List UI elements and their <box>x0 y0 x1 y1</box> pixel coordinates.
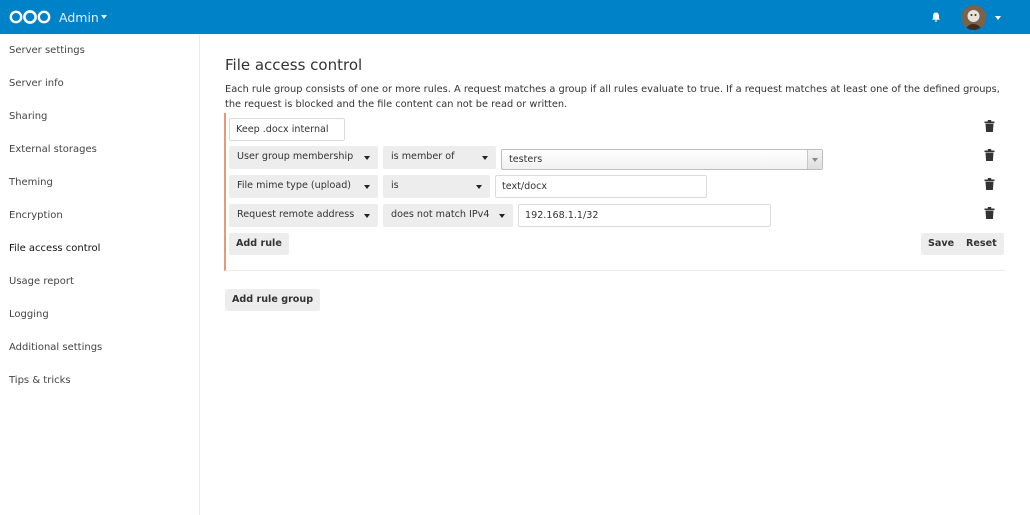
delete-rule-2-trash-icon[interactable] <box>984 178 995 190</box>
save-button[interactable]: Save <box>921 233 962 255</box>
sidebar-item-logging[interactable]: Logging <box>9 309 49 320</box>
rule-2-value-input[interactable]: text/docx <box>495 175 707 198</box>
rule-3-operator-label: does not match IPv4 <box>391 209 490 220</box>
user-avatar[interactable] <box>961 5 986 30</box>
delete-rule-1-trash-icon[interactable] <box>984 149 995 161</box>
delete-rule-3-trash-icon[interactable] <box>984 207 995 219</box>
settings-sidebar: Server settings Server info Sharing Exte… <box>0 34 200 515</box>
sidebar-item-usage-report[interactable]: Usage report <box>9 276 74 287</box>
user-menu-caret-icon[interactable] <box>995 16 1001 20</box>
rule-group-name-input[interactable]: Keep .docx internal <box>229 118 345 141</box>
rule-2-operator-label: is <box>391 180 399 191</box>
app-menu-caret-icon[interactable] <box>101 15 107 19</box>
sidebar-item-theming[interactable]: Theming <box>9 177 53 188</box>
rule-1-value-label: testers <box>509 154 543 165</box>
rule-1-operator-label: is member of <box>391 151 455 162</box>
chevron-down-icon <box>476 185 482 189</box>
sidebar-item-server-settings[interactable]: Server settings <box>9 45 85 56</box>
notifications-bell-icon[interactable] <box>930 11 942 23</box>
rule-2-check-label: File mime type (upload) <box>237 180 352 191</box>
reset-button[interactable]: Reset <box>959 233 1004 255</box>
add-rule-button[interactable]: Add rule <box>229 233 289 255</box>
app-menu-title[interactable]: Admin <box>59 10 99 25</box>
add-rule-group-button[interactable]: Add rule group <box>225 289 321 311</box>
chevron-down-icon <box>482 156 488 160</box>
sidebar-item-sharing[interactable]: Sharing <box>9 111 47 122</box>
rule-3-check-label: Request remote address <box>237 209 355 220</box>
sidebar-item-additional-settings[interactable]: Additional settings <box>9 342 102 353</box>
nextcloud-logo-icon[interactable] <box>8 9 52 25</box>
delete-group-trash-icon[interactable] <box>984 120 995 132</box>
sidebar-item-tips-and-tricks[interactable]: Tips & tricks <box>9 375 71 386</box>
avatar-image-icon <box>961 5 986 30</box>
chevron-down-icon <box>364 214 370 218</box>
chevron-down-icon <box>364 185 370 189</box>
chevron-down-icon <box>499 214 505 218</box>
rule-2-operator-select[interactable]: is <box>383 175 490 198</box>
top-header: Admin <box>0 0 1030 34</box>
section-description: Each rule group consists of one or more … <box>225 84 1000 110</box>
page-title: File access control <box>225 56 363 74</box>
chevron-down-icon <box>364 156 370 160</box>
sidebar-item-external-storages[interactable]: External storages <box>9 144 97 155</box>
rule-1-check-label: User group membership <box>237 151 354 162</box>
rule-3-operator-select[interactable]: does not match IPv4 <box>383 204 513 227</box>
rule-1-operator-select[interactable]: is member of <box>383 146 496 169</box>
rule-1-group-combobox[interactable]: testers <box>501 149 823 170</box>
sidebar-item-server-info[interactable]: Server info <box>9 78 64 89</box>
sidebar-item-file-access-control[interactable]: File access control <box>9 243 100 254</box>
rule-3-value-input[interactable]: 192.168.1.1/32 <box>518 204 771 227</box>
combobox-toggle[interactable] <box>807 150 822 169</box>
sidebar-item-encryption[interactable]: Encryption <box>9 210 63 221</box>
rule-1-check-select[interactable]: User group membership <box>229 146 378 169</box>
chevron-down-icon <box>812 158 818 162</box>
rule-2-check-select[interactable]: File mime type (upload) <box>229 175 378 198</box>
rule-3-check-select[interactable]: Request remote address <box>229 204 378 227</box>
